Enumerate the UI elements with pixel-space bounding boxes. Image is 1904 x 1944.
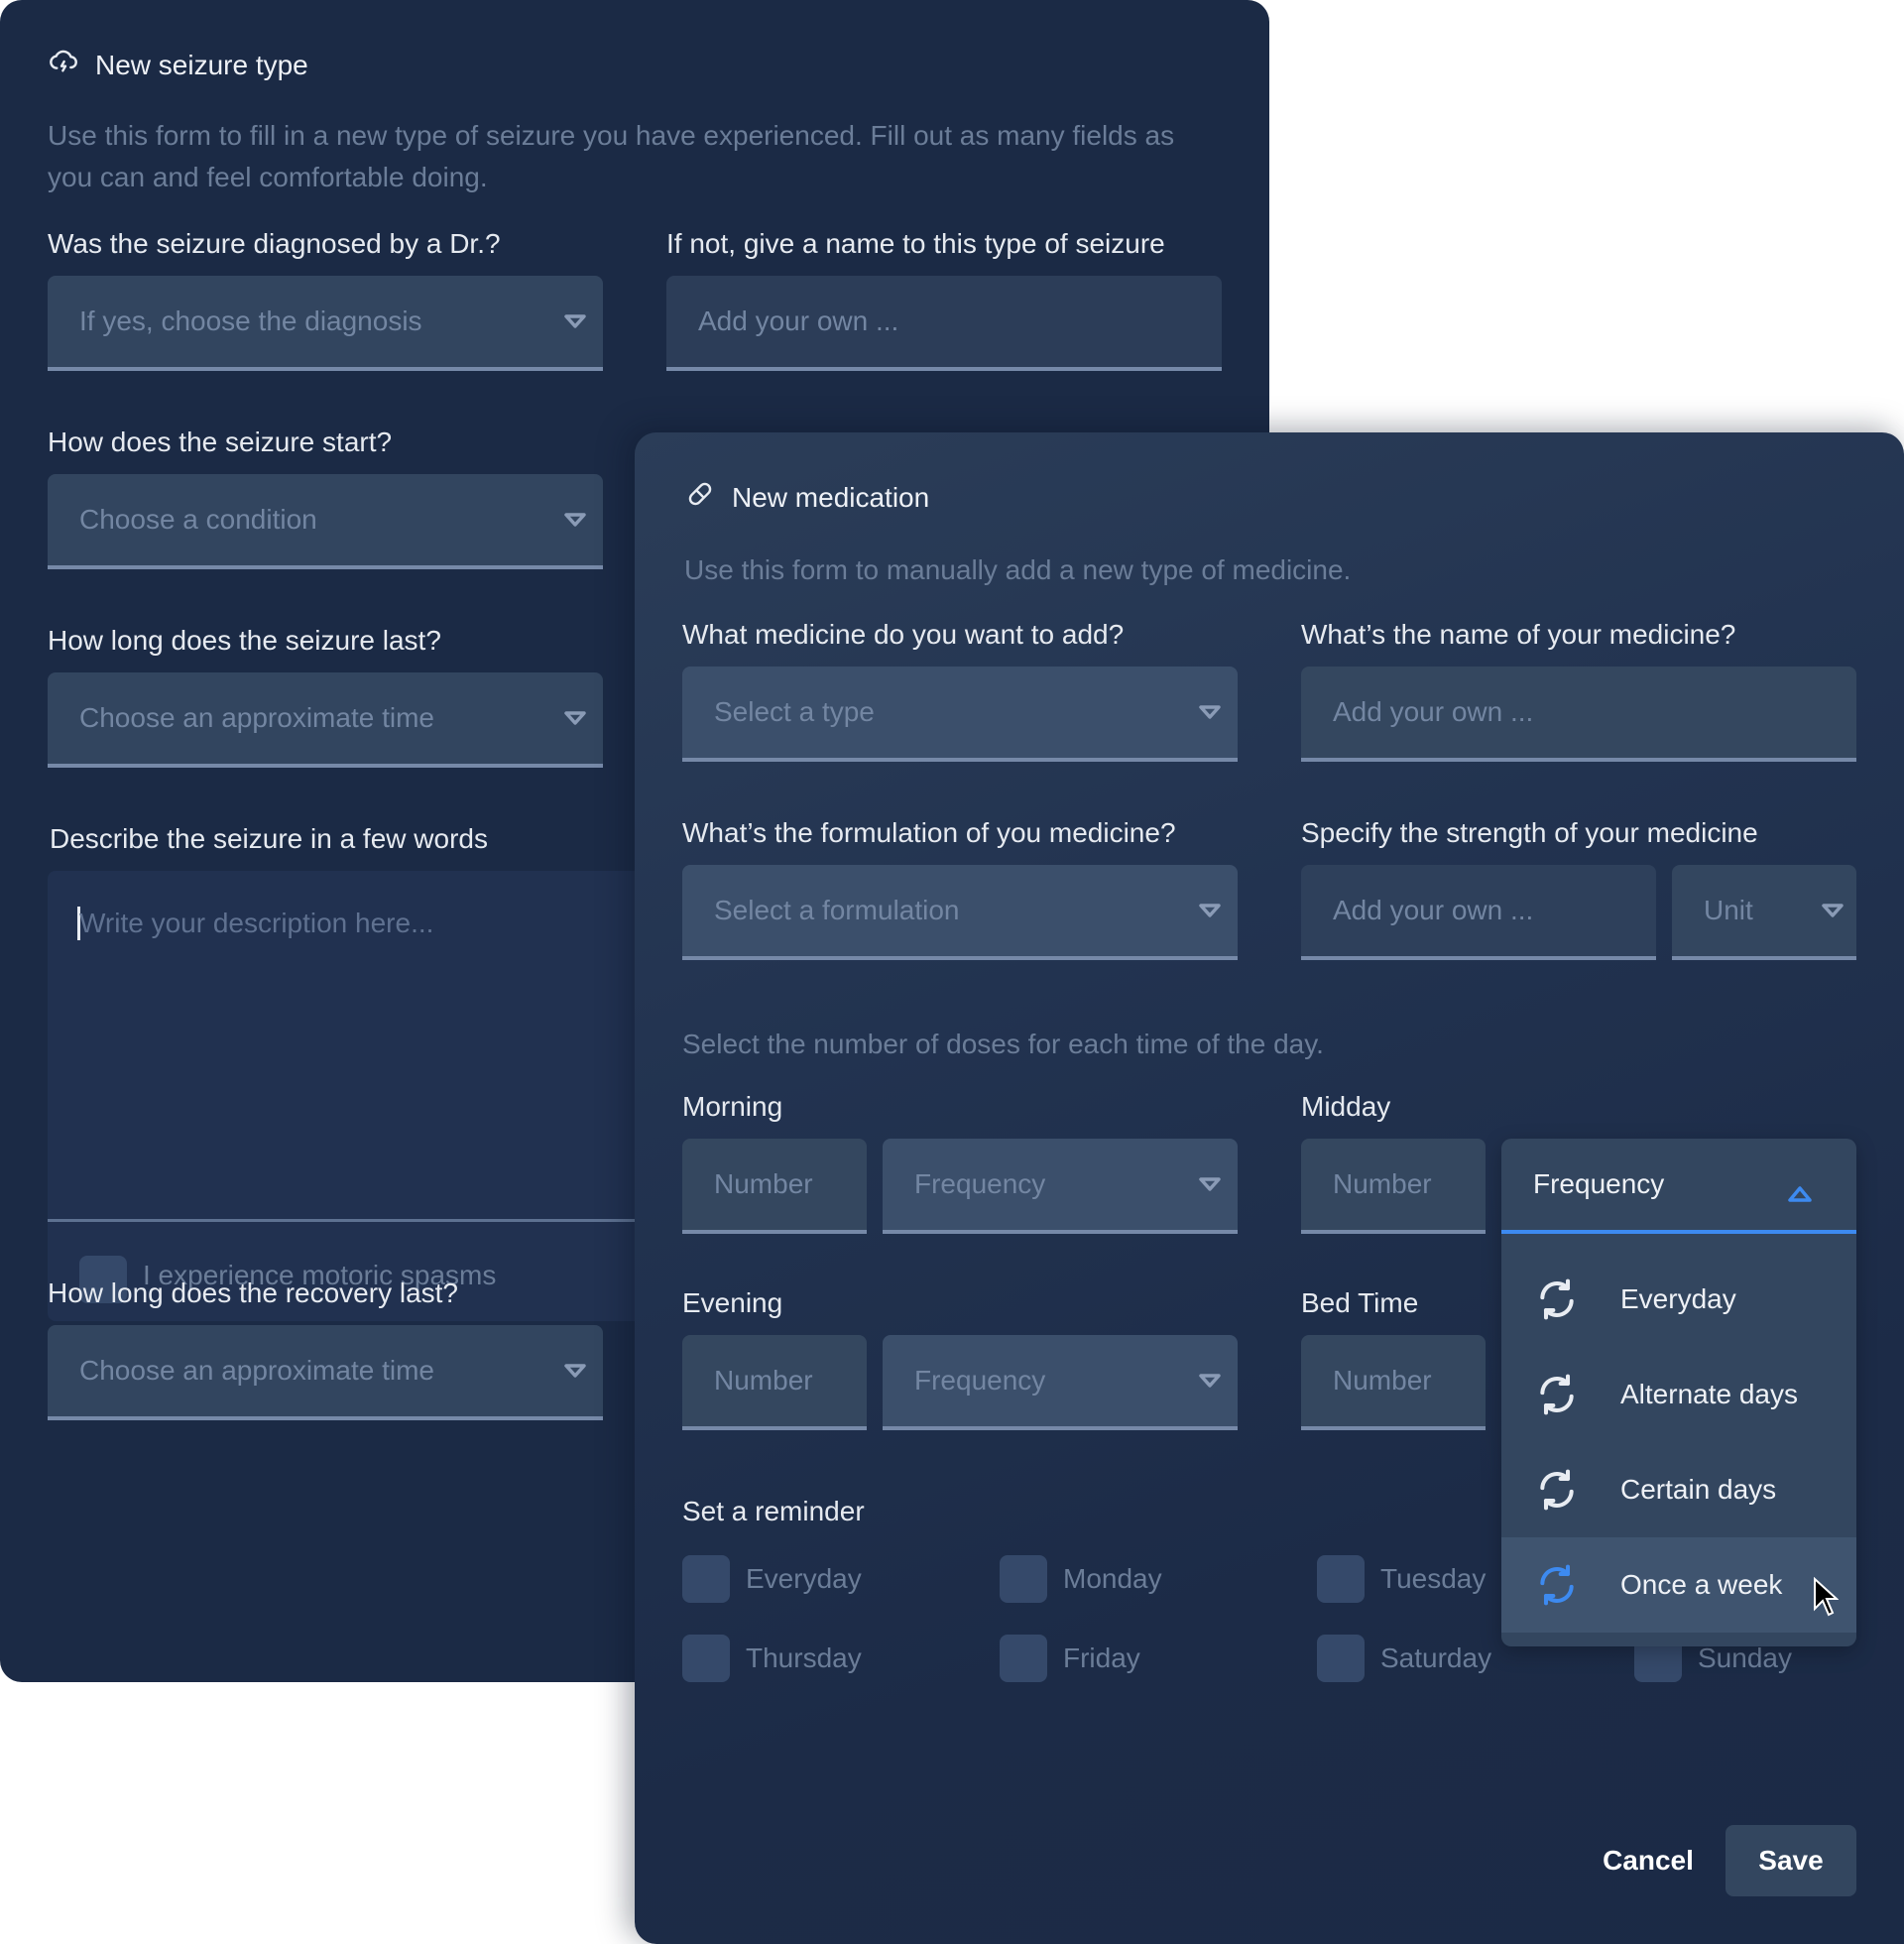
diagnosed-label: Was the seizure diagnosed by a Dr.? [48,228,501,259]
duration-select[interactable]: Choose an approximate time [48,672,603,768]
morning-number-input[interactable]: Number [682,1139,867,1234]
medicine-type-label: What medicine do you want to add? [682,619,1125,650]
refresh-icon [1540,1469,1574,1511]
pill-icon [684,478,716,517]
refresh-icon [1540,1564,1574,1606]
condition-select[interactable]: Choose a condition [48,474,603,569]
midday-number-input[interactable]: Number [1301,1139,1486,1234]
description-textarea[interactable]: Write your description here... [48,871,635,1222]
condition-select-placeholder: Choose a condition [79,504,317,535]
mouse-cursor-icon [1814,1577,1839,1617]
medicine-name-label: What’s the name of your medicine? [1301,619,1736,650]
reminder-label-tuesday: Tuesday [1380,1563,1487,1594]
frequency-option-label: Everyday [1620,1283,1736,1314]
medication-form-header: New medication [684,478,929,517]
unit-placeholder: Unit [1704,895,1753,925]
medicine-type-placeholder: Select a type [714,696,875,727]
describe-label: Describe the seizure in a few words [50,823,488,854]
seizure-form-description: Use this form to fill in a new type of s… [48,120,1175,192]
frequency-option-label: Certain days [1620,1474,1777,1505]
medication-form-description: Use this form to manually add a new type… [684,554,1352,585]
description-placeholder: Write your description here... [79,908,434,938]
seizure-name-placeholder: Add your own ... [698,305,899,336]
seizure-name-label: If not, give a name to this type of seiz… [666,228,1165,259]
seizure-form-header: New seizure type [48,46,308,84]
seizure-name-input[interactable]: Add your own ... [666,276,1222,371]
formulation-select[interactable]: Select a formulation [682,865,1238,960]
seizure-form-title: New seizure type [95,49,308,80]
frequency-option-alternate-days[interactable]: Alternate days [1501,1347,1856,1442]
duration-label: How long does the seizure last? [48,625,441,656]
medicine-type-select[interactable]: Select a type [682,667,1238,762]
evening-frequency-select[interactable]: Frequency [883,1335,1238,1430]
strength-placeholder: Add your own ... [1333,895,1534,925]
frequency-option-once-a-week[interactable]: Once a week [1501,1537,1856,1633]
morning-frequency-select[interactable]: Frequency [883,1139,1238,1234]
medication-form-title: New medication [732,481,930,513]
frequency-dropdown-label: Frequency [1533,1168,1665,1199]
reminder-checkbox-everyday[interactable] [682,1555,730,1603]
medicine-name-placeholder: Add your own ... [1333,696,1534,727]
reminder-label-everyday: Everyday [746,1563,862,1594]
midday-frequency-dropdown[interactable]: Frequency Everyday Alternate days Certai… [1501,1139,1856,1646]
reminder-label-saturday: Saturday [1380,1642,1492,1673]
number-placeholder: Number [1333,1168,1432,1199]
diagnosis-select[interactable]: If yes, choose the diagnosis [48,276,603,371]
number-placeholder: Number [1333,1365,1432,1396]
number-placeholder: Number [714,1365,813,1396]
medicine-name-input[interactable]: Add your own ... [1301,667,1856,762]
reminder-label: Set a reminder [682,1496,865,1526]
reminder-checkbox-tuesday[interactable] [1317,1555,1365,1603]
diagnosis-select-placeholder: If yes, choose the diagnosis [79,305,422,336]
frequency-option-label: Once a week [1620,1569,1783,1600]
recovery-label: How long does the recovery last? [48,1277,458,1308]
recovery-select[interactable]: Choose an approximate time [48,1325,603,1420]
reminder-checkbox-friday[interactable] [1000,1635,1047,1682]
duration-select-placeholder: Choose an approximate time [79,702,434,733]
start-label: How does the seizure start? [48,426,393,457]
number-placeholder: Number [714,1168,813,1199]
midday-frequency-select[interactable]: Frequency [1501,1139,1856,1234]
bedtime-label: Bed Time [1301,1287,1419,1318]
refresh-icon [1540,1374,1574,1415]
midday-label: Midday [1301,1091,1391,1122]
evening-number-input[interactable]: Number [682,1335,867,1430]
recovery-select-placeholder: Choose an approximate time [79,1355,434,1386]
frequency-placeholder: Frequency [914,1168,1046,1199]
frequency-option-certain-days[interactable]: Certain days [1501,1442,1856,1537]
refresh-icon [1540,1278,1574,1320]
reminder-checkbox-saturday[interactable] [1317,1635,1365,1682]
frequency-option-label: Alternate days [1620,1379,1798,1409]
reminder-checkbox-thursday[interactable] [682,1635,730,1682]
frequency-option-everyday[interactable]: Everyday [1501,1252,1856,1347]
bedtime-number-input[interactable]: Number [1301,1335,1486,1430]
reminder-label-friday: Friday [1063,1642,1140,1673]
save-button[interactable]: Save [1726,1825,1856,1896]
unit-select[interactable]: Unit [1672,865,1856,960]
frequency-placeholder: Frequency [914,1365,1046,1396]
reminder-label-sunday: Sunday [1698,1642,1792,1673]
chevron-up-icon [1787,1178,1813,1210]
strength-label: Specify the strength of your medicine [1301,817,1758,848]
cloud-lightning-icon [48,46,79,84]
formulation-label: What’s the formulation of you medicine? [682,817,1176,848]
cancel-button[interactable]: Cancel [1567,1825,1729,1896]
formulation-placeholder: Select a formulation [714,895,960,925]
strength-input[interactable]: Add your own ... [1301,865,1656,960]
reminder-checkbox-monday[interactable] [1000,1555,1047,1603]
reminder-label-thursday: Thursday [746,1642,862,1673]
reminder-label-monday: Monday [1063,1563,1162,1594]
doses-hint: Select the number of doses for each time… [682,1029,1324,1059]
evening-label: Evening [682,1287,783,1318]
morning-label: Morning [682,1091,783,1122]
